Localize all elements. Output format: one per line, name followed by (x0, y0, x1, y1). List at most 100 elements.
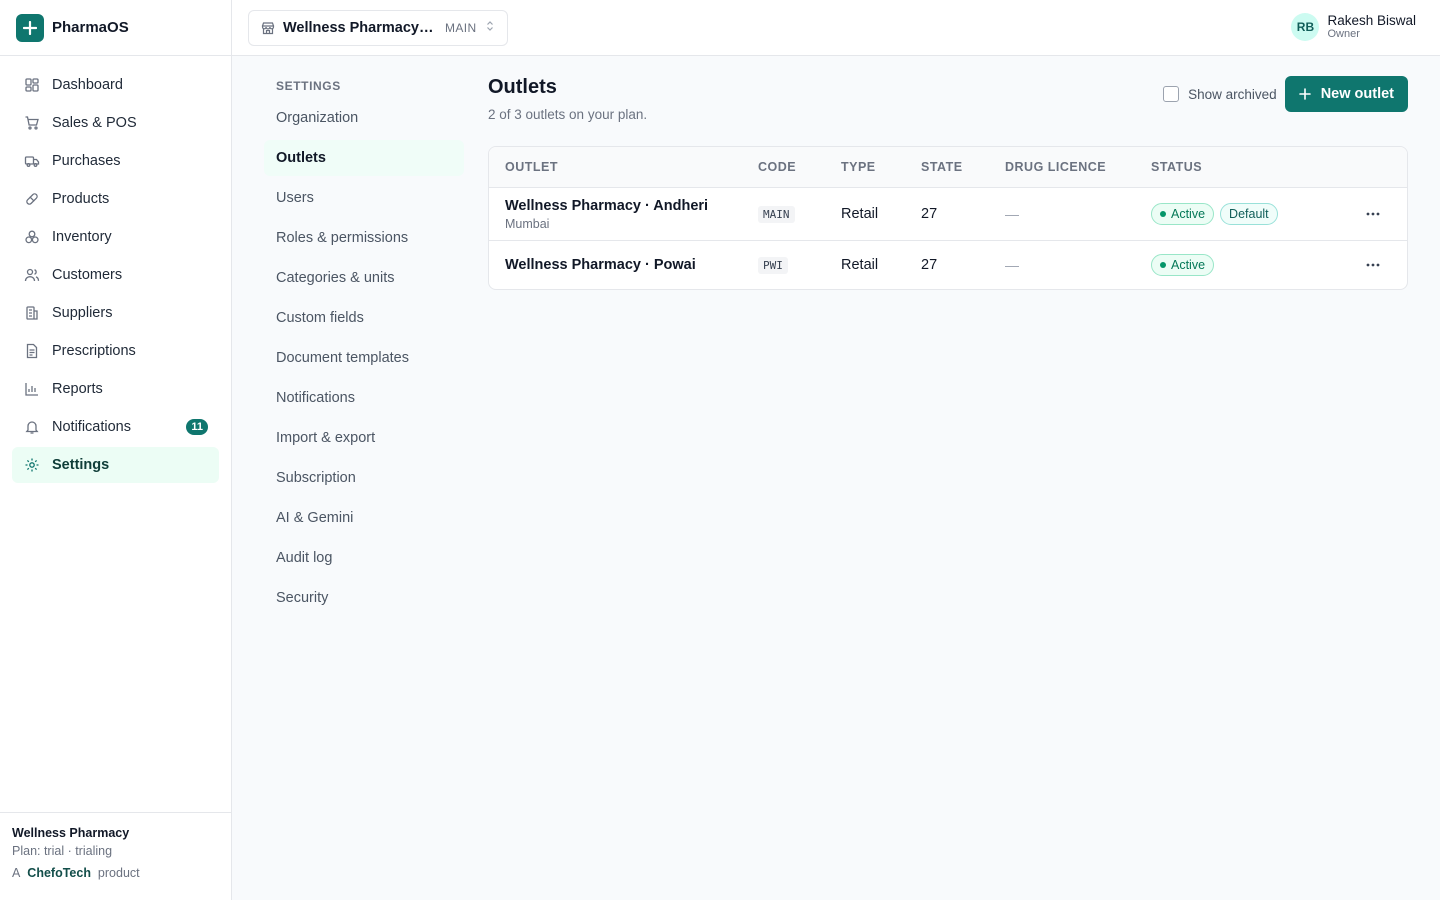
main-nav: Dashboard Sales & POS Purchases Products… (0, 56, 231, 483)
new-outlet-button[interactable]: New outlet (1284, 76, 1408, 112)
sidebar-item-purchases[interactable]: Purchases (12, 143, 219, 179)
column-header-type: TYPE (841, 160, 876, 174)
sidebar-item-label: Settings (52, 457, 110, 473)
pill-icon (24, 191, 40, 207)
outlet-state: 27 (921, 206, 938, 222)
table-header: OUTLET CODE TYPE STATE DRUG LICENCE STAT… (489, 147, 1407, 187)
sidebar-item-label: Suppliers (52, 305, 113, 321)
code-cell: PWI (758, 256, 841, 274)
current-outlet-name: Wellness Pharmacy · Andheri (283, 20, 437, 36)
sidebar-item-notifications[interactable]: Notifications 11 (12, 409, 219, 445)
sidebar-item-label: Sales & POS (52, 115, 137, 131)
status-badge: Active (1151, 203, 1215, 225)
actions-cell (1341, 253, 1405, 277)
chefotech-link[interactable]: ChefoTech (27, 866, 91, 880)
settings-nav: SETTINGS Organization Outlets Users Role… (264, 56, 464, 620)
users-icon (24, 267, 40, 283)
sidebar-footer: Wellness Pharmacy Plan: trial · trialing… (0, 812, 231, 900)
document-icon (24, 343, 40, 359)
settings-item-ai-gemini[interactable]: AI & Gemini (264, 500, 464, 536)
settings-item-notifications[interactable]: Notifications (264, 380, 464, 416)
sidebar-item-label: Prescriptions (52, 343, 136, 359)
settings-item-audit-log[interactable]: Audit log (264, 540, 464, 576)
footer-made-by: A ChefoTech product (12, 866, 219, 880)
settings-item-users[interactable]: Users (264, 180, 464, 216)
outlet-code: MAIN (758, 206, 795, 223)
sidebar-item-reports[interactable]: Reports (12, 371, 219, 407)
sidebar-item-label: Reports (52, 381, 103, 397)
outlet-city: Mumbai (505, 216, 550, 231)
settings-item-roles-permissions[interactable]: Roles & permissions (264, 220, 464, 256)
column-header-outlet: OUTLET (505, 160, 558, 174)
status-label: Active (1171, 258, 1206, 272)
current-outlet-code: MAIN (445, 21, 477, 35)
table-row[interactable]: Wellness Pharmacy · Andheri Mumbai MAIN … (489, 187, 1407, 240)
sidebar-item-dashboard[interactable]: Dashboard (12, 67, 219, 103)
user-name: Rakesh Biswal (1327, 13, 1416, 28)
outlet-name[interactable]: Wellness Pharmacy · Andheri (505, 198, 758, 214)
sidebar-item-inventory[interactable]: Inventory (12, 219, 219, 255)
show-archived-checkbox[interactable] (1163, 86, 1180, 102)
status-dot-icon (1160, 211, 1166, 217)
column-header-drug-licence: DRUG LICENCE (1005, 160, 1107, 174)
outlet-cell: Wellness Pharmacy · Powai (489, 257, 758, 273)
sidebar-item-label: Customers (52, 267, 123, 283)
outlet-switcher[interactable]: Wellness Pharmacy · Andheri MAIN (248, 10, 508, 46)
column-header-state: STATE (921, 160, 963, 174)
avatar: RB (1291, 13, 1320, 41)
default-badge: Default (1220, 203, 1278, 225)
outlet-drug-licence: — (1005, 257, 1019, 273)
sidebar-item-sales-pos[interactable]: Sales & POS (12, 105, 219, 141)
settings-item-outlets[interactable]: Outlets (264, 140, 464, 176)
plus-logo-icon (16, 13, 44, 42)
more-actions-icon[interactable] (1359, 202, 1387, 226)
made-by-prefix: A (12, 866, 21, 880)
more-actions-icon[interactable] (1359, 253, 1387, 277)
footer-org-name: Wellness Pharmacy (12, 826, 130, 840)
made-by-suffix: product (97, 866, 140, 880)
settings-item-custom-fields[interactable]: Custom fields (264, 300, 464, 336)
sidebar-item-label: Purchases (52, 153, 121, 169)
sidebar-item-label: Dashboard (52, 77, 123, 93)
settings-item-categories-units[interactable]: Categories & units (264, 260, 464, 296)
sidebar-item-settings[interactable]: Settings (12, 447, 219, 483)
settings-item-security[interactable]: Security (264, 580, 464, 616)
new-outlet-label: New outlet (1320, 86, 1394, 102)
settings-item-organization[interactable]: Organization (264, 100, 464, 136)
page-title: Outlets (488, 76, 557, 98)
sidebar-item-prescriptions[interactable]: Prescriptions (12, 333, 219, 369)
show-archived-label: Show archived (1188, 86, 1277, 102)
actions-cell (1341, 202, 1405, 226)
show-archived-toggle[interactable]: Show archived (1163, 86, 1277, 102)
brand[interactable]: PharmaOS (0, 0, 231, 56)
user-menu[interactable]: RB Rakesh Biswal Owner (1291, 13, 1416, 41)
page-actions: Show archived New outlet (1163, 76, 1408, 112)
page-subtitle: 2 of 3 outlets on your plan. (488, 107, 648, 122)
status-badge: Active (1151, 254, 1215, 276)
bell-icon (24, 419, 40, 435)
outlet-code: PWI (758, 257, 788, 274)
status-cell: Active Default (1151, 203, 1341, 225)
truck-icon (24, 153, 40, 169)
sidebar-item-products[interactable]: Products (12, 181, 219, 217)
settings-item-document-templates[interactable]: Document templates (264, 340, 464, 376)
sidebar-item-label: Notifications (52, 419, 131, 435)
settings-item-subscription[interactable]: Subscription (264, 460, 464, 496)
outlet-cell: Wellness Pharmacy · Andheri Mumbai (489, 198, 758, 231)
sidebar-item-label: Inventory (52, 229, 112, 245)
column-header-status: STATUS (1151, 160, 1203, 174)
outlet-state: 27 (921, 257, 938, 273)
chevron-updown-icon (485, 19, 495, 37)
sidebar-item-suppliers[interactable]: Suppliers (12, 295, 219, 331)
sidebar-item-customers[interactable]: Customers (12, 257, 219, 293)
store-icon (261, 21, 275, 35)
settings-item-import-export[interactable]: Import & export (264, 420, 464, 456)
sidebar: PharmaOS Dashboard Sales & POS Purchases… (0, 0, 232, 900)
outlet-type: Retail (841, 257, 879, 273)
table-row[interactable]: Wellness Pharmacy · Powai PWI Retail 27 … (489, 240, 1407, 289)
dashboard-icon (24, 77, 40, 93)
settings-nav-title: SETTINGS (276, 79, 341, 93)
outlet-name[interactable]: Wellness Pharmacy · Powai (505, 257, 758, 273)
brand-name: PharmaOS (52, 19, 129, 36)
sidebar-item-label: Products (52, 191, 110, 207)
